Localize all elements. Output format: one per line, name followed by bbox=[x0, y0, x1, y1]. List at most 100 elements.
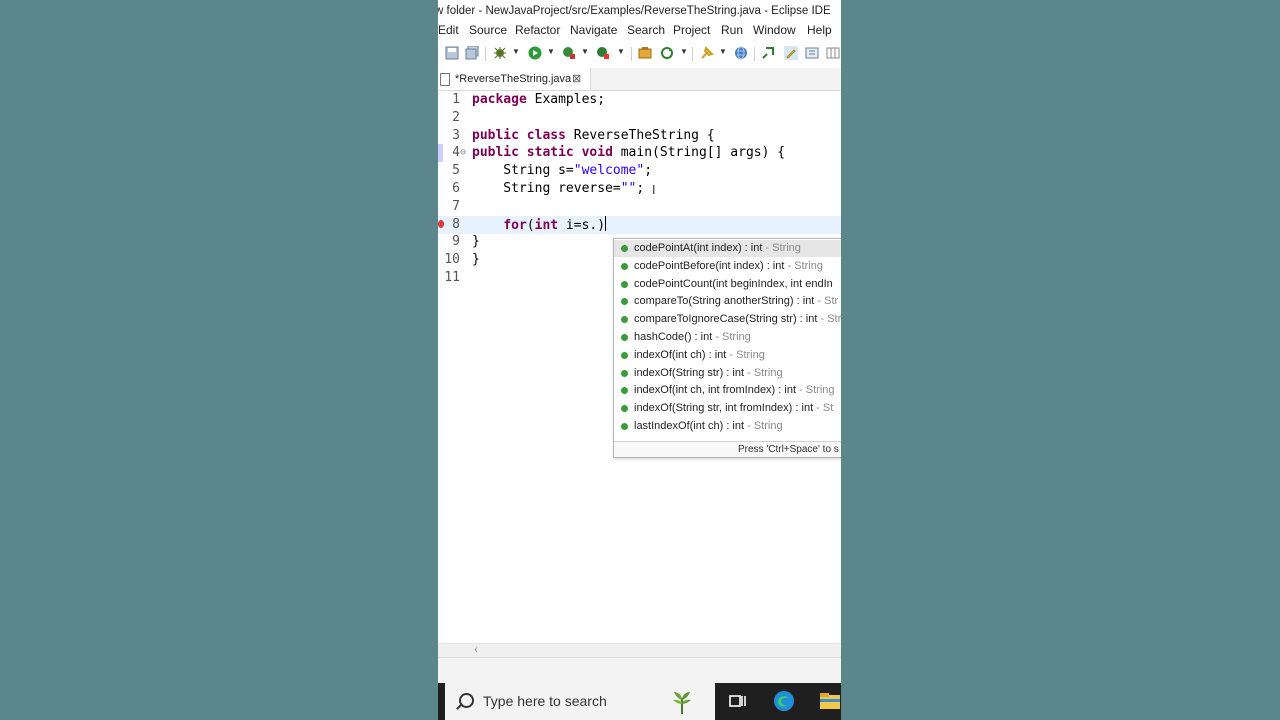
string-token: "welcome" bbox=[573, 163, 645, 178]
method-owner: - St bbox=[813, 402, 834, 415]
code-editor[interactable]: 1 package Examples; 2 3 public class Reverse… bbox=[438, 91, 841, 643]
menu-edit[interactable]: Edit bbox=[438, 23, 459, 37]
public-method-icon bbox=[621, 262, 628, 270]
run-icon[interactable] bbox=[528, 46, 542, 60]
task-view-icon[interactable] bbox=[726, 690, 748, 712]
method-signature: indexOf(int ch) : int - String bbox=[634, 347, 765, 364]
public-method-icon bbox=[621, 298, 628, 306]
code-line[interactable]: 5 String s="welcome"; bbox=[438, 162, 841, 180]
method-name: codePointCount(int beginIndex, int endIn bbox=[634, 277, 833, 290]
keyword-token: public bbox=[472, 128, 519, 143]
chevron-down-icon[interactable]: ▼ bbox=[617, 47, 625, 56]
keyword-token: static bbox=[526, 145, 574, 160]
code-line[interactable]: 6 String reverse=""; bbox=[438, 180, 841, 198]
method-name: indexOf(int ch) : int bbox=[634, 348, 727, 361]
save-icon[interactable] bbox=[445, 46, 459, 60]
title-bar: w folder - NewJavaProject/src/Examples/R… bbox=[438, 0, 841, 22]
horizontal-scrollbar[interactable]: ‹ bbox=[438, 642, 841, 657]
menu-refactor[interactable]: Refactor bbox=[515, 23, 560, 37]
autocomplete-item[interactable]: compareToIgnoreCase(String str) : int - … bbox=[614, 311, 841, 328]
line-number: 10 bbox=[444, 252, 460, 267]
open-type-icon[interactable] bbox=[761, 46, 775, 60]
perspective-icon[interactable] bbox=[805, 46, 819, 60]
method-signature: codePointAt(int index) : int - String bbox=[634, 240, 801, 257]
chevron-down-icon[interactable]: ▼ bbox=[719, 47, 727, 56]
edge-browser-icon[interactable] bbox=[773, 690, 795, 712]
autocomplete-item[interactable]: indexOf(String str) : int - String bbox=[614, 365, 841, 382]
public-method-icon bbox=[621, 423, 628, 430]
close-icon[interactable]: ⊠ bbox=[572, 68, 581, 90]
menu-project[interactable]: Project bbox=[673, 23, 710, 37]
menu-navigate[interactable]: Navigate bbox=[570, 23, 617, 37]
file-explorer-icon[interactable] bbox=[819, 690, 841, 712]
code-text: String reverse=""; bbox=[472, 180, 644, 198]
code-line[interactable]: 2 bbox=[438, 109, 841, 127]
method-name: codePointBefore(int index) : int bbox=[634, 259, 785, 272]
menu-source[interactable]: Source bbox=[469, 23, 507, 37]
method-name: codePointAt(int index) : int bbox=[634, 242, 763, 254]
code-line[interactable]: ⊖ 4 public static void main(String[] args)… bbox=[438, 144, 841, 162]
keyword-token: package bbox=[472, 92, 527, 107]
autocomplete-popup[interactable]: codePointAt(int index) : int - String cod… bbox=[613, 238, 841, 458]
autocomplete-item[interactable]: indexOf(String str, int fromIndex) : int… bbox=[614, 400, 841, 417]
code-line[interactable]: 3 public class ReverseTheString { bbox=[438, 127, 841, 145]
new-java-class-icon[interactable] bbox=[638, 46, 652, 60]
chevron-down-icon[interactable]: ▼ bbox=[680, 47, 688, 56]
keyword-token: void bbox=[581, 145, 613, 160]
autocomplete-item[interactable]: compareTo(String anotherString) : int - … bbox=[614, 293, 841, 310]
public-method-icon bbox=[621, 369, 628, 377]
menu-run[interactable]: Run bbox=[721, 23, 743, 37]
code-text: } bbox=[472, 233, 480, 251]
autocomplete-item[interactable]: hashCode() : int - String bbox=[614, 329, 841, 346]
chevron-down-icon[interactable]: ▼ bbox=[581, 47, 589, 56]
toolbar-separator bbox=[631, 47, 632, 61]
autocomplete-item[interactable]: codePointBefore(int index) : int - Strin… bbox=[614, 258, 841, 275]
autocomplete-item[interactable]: indexOf(int ch, int fromIndex) : int - S… bbox=[614, 382, 841, 399]
code-text: } bbox=[472, 251, 480, 269]
main-toolbar: ▼ ▼ ▼ ▼ ▼ ▼ bbox=[438, 42, 841, 66]
run-last-tool-icon[interactable] bbox=[562, 46, 576, 60]
line-number: 5 bbox=[452, 163, 460, 178]
method-name: compareToIgnoreCase(String str) : int bbox=[634, 313, 818, 326]
pin-icon[interactable] bbox=[700, 46, 714, 60]
method-name: indexOf(String str) : int bbox=[634, 366, 745, 379]
line-number: 3 bbox=[452, 128, 460, 143]
method-signature: compareTo(String anotherString) : int - … bbox=[634, 293, 838, 310]
chevron-down-icon[interactable]: ▼ bbox=[512, 47, 520, 56]
method-owner: - String bbox=[784, 259, 823, 272]
line-number: 4 bbox=[452, 145, 460, 160]
method-name: compareTo(String anotherString) : int bbox=[634, 295, 815, 308]
window-layout-icon[interactable] bbox=[826, 46, 840, 60]
autocomplete-item[interactable]: codePointCount(int beginIndex, int endIn bbox=[614, 276, 841, 293]
method-signature: codePointCount(int beginIndex, int endIn bbox=[634, 276, 833, 293]
autocomplete-item[interactable]: lastIndexOf(int ch) : int - String bbox=[614, 418, 841, 435]
refresh-icon[interactable] bbox=[660, 46, 674, 60]
coverage-icon[interactable] bbox=[596, 46, 610, 60]
scroll-left-icon[interactable]: ‹ bbox=[474, 642, 478, 656]
menu-help[interactable]: Help bbox=[807, 23, 832, 37]
method-name: lastIndexOf(int ch) : int bbox=[634, 420, 745, 432]
menu-window[interactable]: Window bbox=[753, 23, 796, 37]
save-all-icon[interactable] bbox=[465, 46, 479, 60]
method-name: indexOf(String str, int fromIndex) : int bbox=[634, 402, 814, 415]
autocomplete-item[interactable]: indexOf(int ch) : int - String bbox=[614, 347, 841, 364]
method-owner: - String bbox=[762, 242, 801, 254]
editor-tab-reversethestring[interactable]: *ReverseTheString.java ⊠ bbox=[438, 68, 591, 90]
code-token: ( bbox=[526, 218, 535, 233]
code-line[interactable]: 8 for(int i=s.) bbox=[438, 216, 841, 234]
method-owner: - String bbox=[726, 348, 765, 361]
taskbar-search-input[interactable]: Type here to search bbox=[483, 693, 607, 709]
line-number: 1 bbox=[452, 92, 460, 107]
autocomplete-item[interactable]: codePointAt(int index) : int - String bbox=[614, 240, 841, 257]
highlight-icon[interactable] bbox=[784, 46, 798, 60]
chevron-down-icon[interactable]: ▼ bbox=[547, 47, 555, 56]
menu-search[interactable]: Search bbox=[627, 23, 665, 37]
fold-icon[interactable]: ⊖ bbox=[460, 144, 466, 162]
code-line[interactable]: 1 package Examples; bbox=[438, 91, 841, 109]
method-owner: - Str bbox=[814, 295, 839, 308]
debug-icon[interactable] bbox=[493, 46, 507, 60]
code-line[interactable]: 7 bbox=[438, 198, 841, 216]
taskbar-search[interactable]: Type here to search bbox=[445, 683, 715, 720]
globe-icon[interactable] bbox=[734, 46, 748, 60]
method-owner: - String bbox=[744, 366, 783, 379]
